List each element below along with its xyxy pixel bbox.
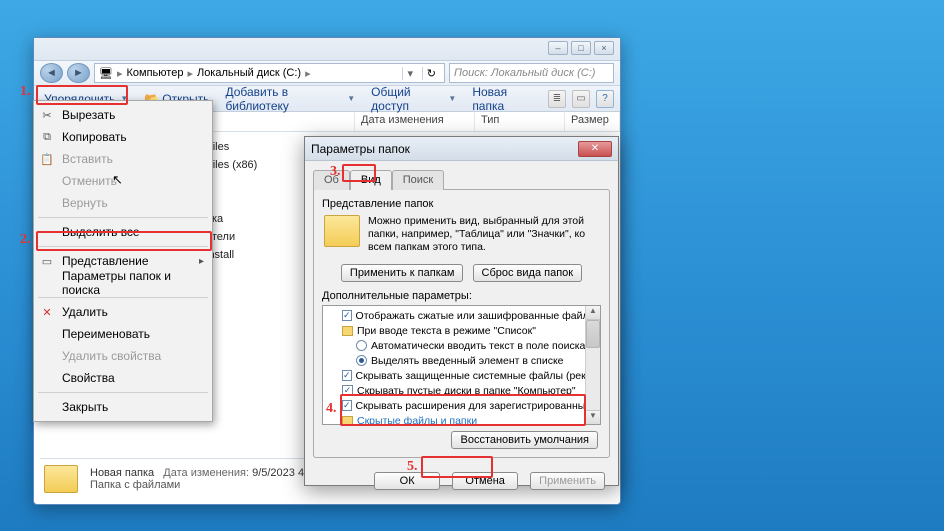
folder-options-dialog: Параметры папок ✕ Об Вид Поиск Представл… (304, 136, 619, 486)
tab-search[interactable]: Поиск (392, 170, 444, 190)
breadcrumb-computer[interactable]: Компьютер (127, 67, 184, 79)
back-button[interactable]: ◄ (40, 63, 63, 83)
reset-folders-button[interactable]: Сброс вида папок (473, 264, 583, 282)
folder-icon (342, 416, 353, 426)
col-type[interactable]: Тип (475, 112, 565, 131)
scroll-thumb[interactable] (586, 320, 600, 348)
checkbox-icon[interactable]: ✓ (342, 400, 352, 411)
folder-icon (342, 326, 353, 336)
checkbox-icon[interactable]: ✓ (342, 370, 352, 381)
folder-views-icon (324, 215, 360, 247)
menu-remove-props: Удалить свойства (34, 345, 212, 367)
menu-undo: Отменить (34, 170, 212, 192)
folder-icon (44, 465, 78, 493)
help-icon[interactable]: ? (596, 90, 614, 108)
menu-rename[interactable]: Переименовать (34, 323, 212, 345)
forward-button[interactable]: ► (67, 63, 90, 83)
add-to-library-button[interactable]: Добавить в библиотеку (221, 83, 359, 115)
advanced-settings-list[interactable]: ✓Отображать сжатые или зашифрованные фай… (322, 305, 601, 425)
dialog-title: Параметры папок (311, 142, 410, 156)
menu-copy[interactable]: ⧉Копировать (34, 126, 212, 148)
cancel-button[interactable]: Отмена (452, 472, 518, 490)
advanced-label: Дополнительные параметры: (322, 290, 601, 302)
apply-to-folders-button[interactable]: Применить к папкам (341, 264, 464, 282)
col-size[interactable]: Размер (565, 112, 620, 131)
address-drop-icon[interactable]: ▾ (402, 67, 418, 80)
close-button[interactable]: × (594, 41, 614, 55)
marker-2: 2. (20, 233, 31, 247)
paste-icon: 📋 (40, 153, 54, 166)
dialog-close-button[interactable]: ✕ (578, 141, 612, 157)
marker-5: 5. (407, 460, 418, 474)
marker-3: 3. (330, 165, 341, 179)
menu-cut[interactable]: ✂Вырезать (34, 104, 212, 126)
apply-button: Применить (530, 472, 605, 490)
organize-menu: ✂Вырезать ⧉Копировать 📋Вставить Отменить… (33, 100, 213, 422)
address-bar[interactable]: 🖥 ▸ Компьютер ▸ Локальный диск (С:) ▸ ▾ … (94, 63, 445, 83)
maximize-button[interactable]: □ (571, 41, 591, 55)
breadcrumb-drive[interactable]: Локальный диск (С:) (197, 67, 301, 79)
delete-icon: ✕ (40, 306, 54, 319)
menu-properties[interactable]: Свойства (34, 367, 212, 389)
scroll-down-icon[interactable]: ▼ (586, 410, 600, 424)
titlebar: – □ × (34, 38, 620, 61)
checkbox-icon[interactable]: ✓ (342, 310, 352, 321)
new-folder-button[interactable]: Новая папка (468, 83, 540, 115)
menu-delete[interactable]: ✕Удалить (34, 301, 212, 323)
menu-redo: Вернуть (34, 192, 212, 214)
ok-button[interactable]: ОК (374, 472, 440, 490)
dialog-titlebar: Параметры папок ✕ (305, 137, 618, 161)
refresh-icon[interactable]: ↻ (422, 67, 440, 80)
menu-select-all[interactable]: Выделить все (34, 221, 212, 243)
status-name: Новая папка (90, 467, 154, 479)
view-mode-icon[interactable]: ≣ (548, 90, 566, 108)
preview-pane-icon[interactable]: ▭ (572, 90, 590, 108)
cut-icon: ✂ (40, 109, 54, 122)
scroll-up-icon[interactable]: ▲ (586, 306, 600, 320)
copy-icon: ⧉ (40, 131, 54, 144)
cursor-icon: ↖ (112, 172, 123, 188)
minimize-button[interactable]: – (548, 41, 568, 55)
status-type: Папка с файлами (90, 479, 339, 491)
layout-icon: ▭ (40, 255, 54, 268)
marker-1: 1. (20, 85, 31, 99)
radio-icon[interactable] (356, 355, 367, 366)
computer-icon: 🖥 (99, 67, 113, 80)
menu-paste: 📋Вставить (34, 148, 212, 170)
menu-close[interactable]: Закрыть (34, 396, 212, 418)
marker-4: 4. (326, 402, 337, 416)
share-button[interactable]: Общий доступ (367, 83, 460, 115)
col-date[interactable]: Дата изменения (355, 112, 475, 131)
folder-views-text: Можно применить вид, выбранный для этой … (368, 215, 599, 254)
menu-folder-options[interactable]: Параметры папок и поиска (34, 272, 212, 294)
scrollbar[interactable]: ▲ ▼ (585, 306, 600, 424)
restore-defaults-button[interactable]: Восстановить умолчания (451, 431, 598, 449)
checkbox-icon[interactable]: ✓ (342, 385, 353, 396)
search-input[interactable]: Поиск: Локальный диск (С:) (449, 63, 614, 83)
tab-view[interactable]: Вид (350, 170, 392, 190)
radio-icon[interactable] (356, 340, 367, 351)
folder-views-label: Представление папок (322, 198, 601, 210)
